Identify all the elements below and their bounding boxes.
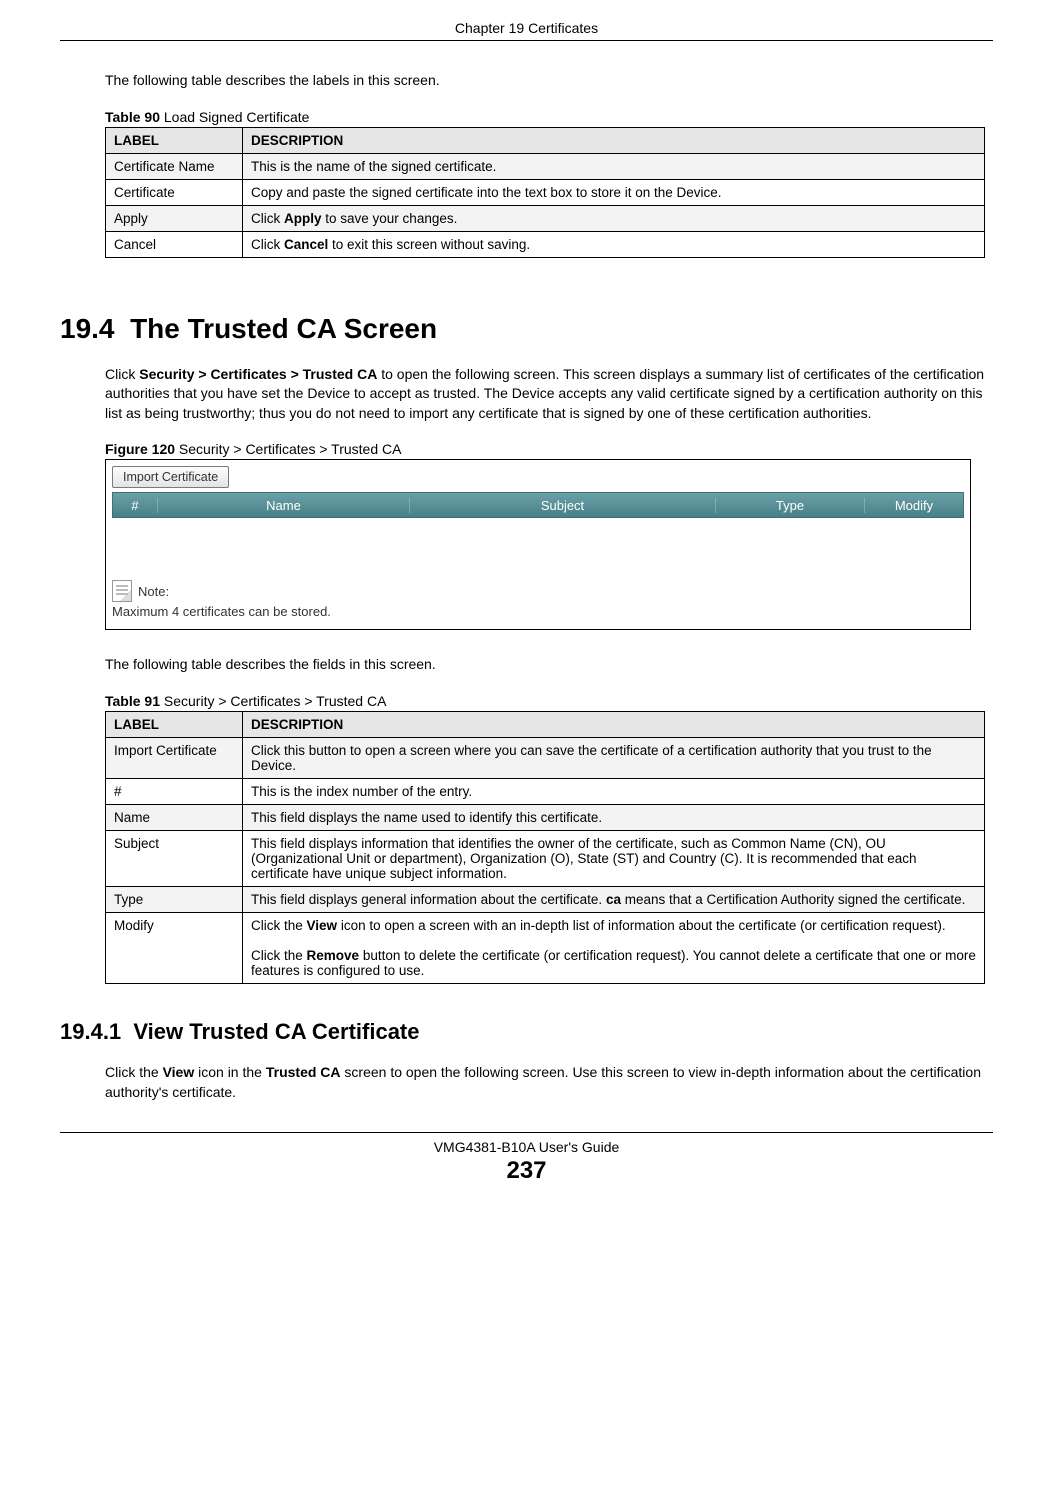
trusted-ca-table-header: # Name Subject Type Modify <box>112 492 964 518</box>
bold-text: Apply <box>284 211 322 226</box>
bold-text: Trusted CA <box>266 1064 341 1080</box>
table-row: Certificate Copy and paste the signed ce… <box>106 179 985 205</box>
page-footer: VMG4381-B10A User's Guide 237 <box>60 1132 993 1185</box>
intro-text-1: The following table describes the labels… <box>105 71 993 91</box>
cell-label: Apply <box>106 205 243 231</box>
table-90-caption-rest: Load Signed Certificate <box>160 109 309 125</box>
section-number: 19.4.1 <box>60 1019 121 1044</box>
intro-text-2: The following table describes the fields… <box>105 655 993 675</box>
table-row: Type This field displays general informa… <box>106 886 985 912</box>
table-91-caption-rest: Security > Certificates > Trusted CA <box>160 693 386 709</box>
table-row: Certificate Name This is the name of the… <box>106 153 985 179</box>
note-label: Note: <box>138 584 169 599</box>
cell-desc: Click the View icon to open a screen wit… <box>243 912 985 983</box>
figure-120-frame: Import Certificate # Name Subject Type M… <box>105 459 971 630</box>
bold-text: ca <box>606 892 621 907</box>
text: to exit this screen without saving. <box>328 237 530 252</box>
table-91-caption: Table 91 Security > Certificates > Trust… <box>105 693 993 709</box>
table-90-caption-bold: Table 90 <box>105 109 160 125</box>
table-row: LABEL DESCRIPTION <box>106 711 985 737</box>
cell-desc: This field displays the name used to ide… <box>243 804 985 830</box>
section-title: View Trusted CA Certificate <box>133 1019 419 1044</box>
cell-desc: This is the index number of the entry. <box>243 778 985 804</box>
table-90-caption: Table 90 Load Signed Certificate <box>105 109 993 125</box>
chapter-header: Chapter 19 Certificates <box>60 20 993 36</box>
bold-text: Remove <box>307 948 360 963</box>
text: Click the <box>105 1064 163 1080</box>
cell-label: Cancel <box>106 231 243 257</box>
cell-desc: Click Cancel to exit this screen without… <box>243 231 985 257</box>
footer-page-number: 237 <box>60 1157 993 1185</box>
table-row: Cancel Click Cancel to exit this screen … <box>106 231 985 257</box>
table-header-label: LABEL <box>106 127 243 153</box>
note-row: Note: <box>112 580 964 602</box>
bold-text: View <box>307 918 338 933</box>
cell-desc: Click Apply to save your changes. <box>243 205 985 231</box>
figure-120: Import Certificate # Name Subject Type M… <box>105 459 993 630</box>
text: to save your changes. <box>322 211 458 226</box>
text: icon in the <box>194 1064 266 1080</box>
text: Click <box>105 366 139 382</box>
cell-label: Certificate <box>106 179 243 205</box>
cell-label: Certificate Name <box>106 153 243 179</box>
footer-rule <box>60 1132 993 1133</box>
table-row: Import Certificate Click this button to … <box>106 737 985 778</box>
table-row: Name This field displays the name used t… <box>106 804 985 830</box>
cell-label: Subject <box>106 830 243 886</box>
bold-text: Security > Certificates > Trusted CA <box>139 366 377 382</box>
cell-label: Name <box>106 804 243 830</box>
text: Click the <box>251 918 307 933</box>
bold-text: View <box>163 1064 195 1080</box>
cell-desc: This field displays information that ide… <box>243 830 985 886</box>
col-header-type: Type <box>716 498 865 513</box>
col-header-name: Name <box>158 498 410 513</box>
table-91-caption-bold: Table 91 <box>105 693 160 709</box>
bold-text: Cancel <box>284 237 328 252</box>
text: Click the <box>251 948 307 963</box>
text: button to delete the certificate (or cer… <box>251 948 976 978</box>
section-number: 19.4 <box>60 313 115 344</box>
text: means that a Certification Authority sig… <box>621 892 965 907</box>
table-row: Modify Click the View icon to open a scr… <box>106 912 985 983</box>
table-header-label: LABEL <box>106 711 243 737</box>
figure-120-caption-rest: Security > Certificates > Trusted CA <box>175 441 401 457</box>
section-19-4-para: Click Security > Certificates > Trusted … <box>105 365 993 424</box>
cell-label: Type <box>106 886 243 912</box>
cell-label: Import Certificate <box>106 737 243 778</box>
figure-120-caption-bold: Figure 120 <box>105 441 175 457</box>
cell-desc: Copy and paste the signed certificate in… <box>243 179 985 205</box>
table-row: Subject This field displays information … <box>106 830 985 886</box>
header-rule <box>60 40 993 41</box>
text: This field displays general information … <box>251 892 606 907</box>
text: icon to open a screen with an in-depth l… <box>337 918 946 933</box>
col-header-subject: Subject <box>410 498 716 513</box>
text: Click <box>251 237 284 252</box>
note-max-text: Maximum 4 certificates can be stored. <box>112 604 964 619</box>
table-header-description: DESCRIPTION <box>243 127 985 153</box>
table-row: Apply Click Apply to save your changes. <box>106 205 985 231</box>
cell-desc: Click this button to open a screen where… <box>243 737 985 778</box>
cell-desc: This field displays general information … <box>243 886 985 912</box>
cell-label: Modify <box>106 912 243 983</box>
table-row: LABEL DESCRIPTION <box>106 127 985 153</box>
table-header-description: DESCRIPTION <box>243 711 985 737</box>
section-heading-19-4: 19.4 The Trusted CA Screen <box>60 313 993 345</box>
cell-label: # <box>106 778 243 804</box>
footer-guide-title: VMG4381-B10A User's Guide <box>60 1139 993 1155</box>
table-90: LABEL DESCRIPTION Certificate Name This … <box>105 127 985 258</box>
trusted-ca-table-body-empty <box>112 518 964 574</box>
import-certificate-button[interactable]: Import Certificate <box>112 466 229 488</box>
col-header-modify: Modify <box>865 498 963 513</box>
section-title: The Trusted CA Screen <box>130 313 437 344</box>
table-row: # This is the index number of the entry. <box>106 778 985 804</box>
figure-120-caption: Figure 120 Security > Certificates > Tru… <box>105 441 993 457</box>
section-19-4-1-para: Click the View icon in the Trusted CA sc… <box>105 1063 993 1102</box>
note-icon <box>112 580 132 602</box>
section-heading-19-4-1: 19.4.1 View Trusted CA Certificate <box>60 1019 993 1045</box>
col-header-index: # <box>113 498 158 513</box>
text: Click <box>251 211 284 226</box>
cell-desc: This is the name of the signed certifica… <box>243 153 985 179</box>
table-91: LABEL DESCRIPTION Import Certificate Cli… <box>105 711 985 984</box>
